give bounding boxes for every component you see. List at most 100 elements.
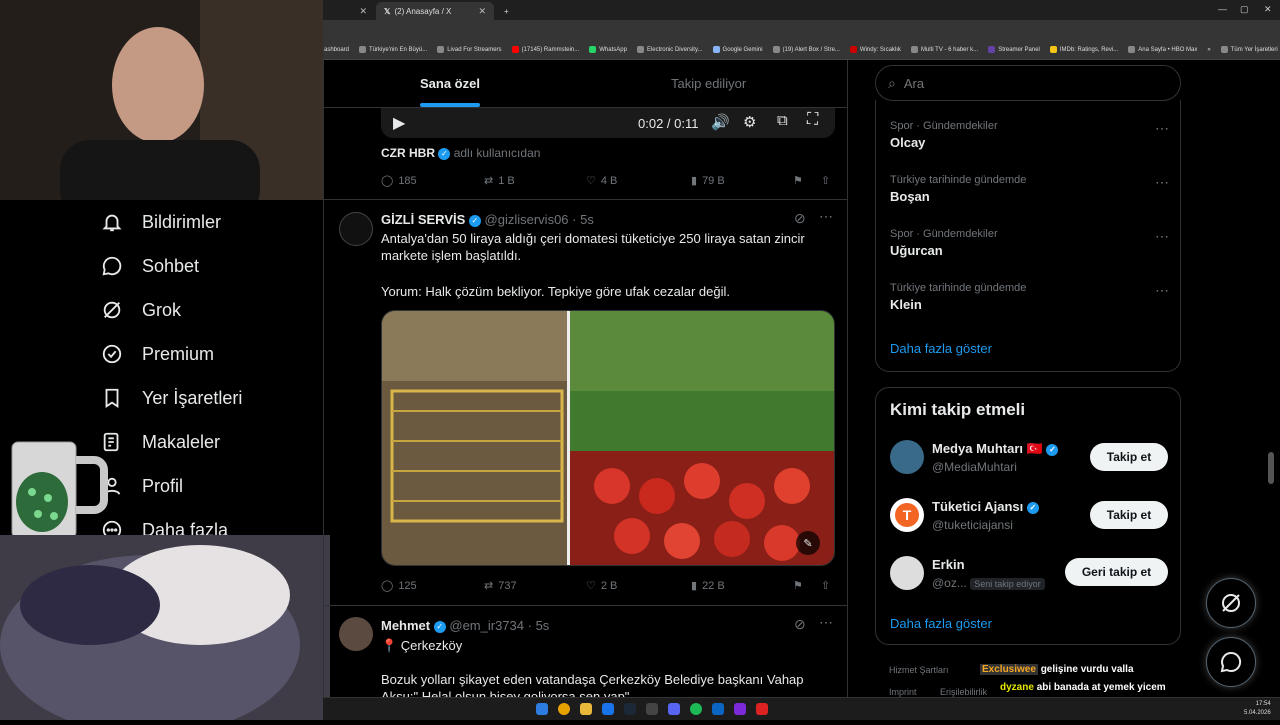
- views-button[interactable]: ▮ 79 B: [691, 174, 725, 188]
- bookmark-item[interactable]: Streamer Panel: [988, 46, 1040, 53]
- nav-sohbet[interactable]: Sohbet: [100, 254, 199, 278]
- bookmark-item[interactable]: Livad For Streamers: [437, 46, 502, 53]
- more-options-icon[interactable]: ⋯: [1155, 282, 1170, 299]
- close-tab-icon[interactable]: ✕: [359, 6, 367, 17]
- pip-icon[interactable]: ⧉: [777, 112, 788, 129]
- tweet-time[interactable]: · 5s: [528, 618, 550, 633]
- settings-gear-icon[interactable]: ⚙: [743, 113, 756, 131]
- more-options-icon[interactable]: ⋯: [819, 208, 833, 225]
- share-icon[interactable]: ⇧: [821, 174, 830, 187]
- play-icon[interactable]: ▶: [393, 113, 405, 133]
- source-name[interactable]: CZR HBR: [381, 146, 435, 160]
- app-icon[interactable]: [712, 703, 724, 715]
- maximize-icon[interactable]: ▢: [1240, 4, 1249, 15]
- footer-terms-link[interactable]: Hizmet Şartları: [889, 665, 949, 675]
- app-icon[interactable]: [602, 703, 614, 715]
- app-icon[interactable]: [756, 703, 768, 715]
- bookmark-item[interactable]: Windy: Sıcaklık: [849, 46, 901, 53]
- video-player[interactable]: ▶ 0:02 / 0:11 🔊 ⚙ ⧉ ⛶: [381, 108, 835, 138]
- nav-profil[interactable]: Profil: [100, 474, 183, 498]
- spotify-icon[interactable]: [690, 703, 702, 715]
- tab-sana-ozel[interactable]: Sana özel: [420, 76, 480, 91]
- author-name[interactable]: Mehmet: [381, 618, 430, 633]
- tweet2-avatar[interactable]: [339, 212, 373, 246]
- trend-item[interactable]: Spor · Gündemdekiler Uğurcan ⋯: [890, 228, 1170, 258]
- steam-icon[interactable]: [624, 703, 636, 715]
- folder-icon[interactable]: [580, 703, 592, 715]
- footer-imprint-link[interactable]: Imprint: [889, 687, 917, 697]
- grok-fab-button[interactable]: [1206, 578, 1256, 628]
- reply-button[interactable]: ◯ 185: [381, 174, 417, 188]
- author-name[interactable]: GİZLİ SERVİS: [381, 212, 465, 227]
- search-box[interactable]: ⌕: [875, 65, 1181, 101]
- bookmark-item[interactable]: Tüm Yer İşaretleri: [1220, 46, 1278, 53]
- more-options-icon[interactable]: ⋯: [1155, 174, 1170, 191]
- bookmark-button[interactable]: ⚑: [793, 579, 803, 592]
- taskbar-clock[interactable]: 17:54 5.04.2026: [1244, 700, 1271, 718]
- trend-item[interactable]: Türkiye tarihinde gündemde Boşan ⋯: [890, 174, 1170, 204]
- suggestion-avatar[interactable]: T: [890, 498, 924, 532]
- trend-item[interactable]: Türkiye tarihinde gündemde Klein ⋯: [890, 282, 1170, 312]
- browser-tab-prev[interactable]: ✕: [325, 2, 375, 20]
- nav-bildirimler[interactable]: Bildirimler: [100, 210, 221, 234]
- trend-item[interactable]: Spor · Gündemdekiler Olcay ⋯: [890, 120, 1170, 150]
- author-handle[interactable]: @gizliservis06: [485, 212, 569, 227]
- suggestion-name-row[interactable]: Medya Muhtarı 🇹🇷 ✓: [932, 441, 1059, 457]
- image-edit-icon[interactable]: ✎: [796, 531, 820, 555]
- tweet-time[interactable]: · 5s: [572, 212, 594, 227]
- grok-explain-icon[interactable]: ⊘: [794, 210, 806, 227]
- browser-tab-active[interactable]: 𝕏 (2) Anasayfa / X ✕: [376, 2, 494, 20]
- like-button[interactable]: ♡ 4 B: [586, 174, 617, 188]
- bookmark-button[interactable]: ⚑: [793, 174, 803, 187]
- bookmark-item[interactable]: Multi TV - 6 haber k...: [910, 46, 978, 53]
- bookmark-item[interactable]: Google Gemini: [712, 46, 763, 53]
- bookmark-overflow[interactable]: »: [1207, 47, 1210, 53]
- follow-button[interactable]: Takip et: [1090, 501, 1168, 529]
- bookmark-item[interactable]: Türkiye'nin En Büyü...: [359, 46, 427, 53]
- suggestion-avatar[interactable]: [890, 440, 924, 474]
- bookmark-item[interactable]: Electronic Diversity...: [636, 46, 703, 53]
- close-tab-icon[interactable]: ✕: [478, 6, 486, 17]
- volume-icon[interactable]: 🔊: [711, 113, 730, 131]
- share-icon[interactable]: ⇧: [821, 579, 830, 592]
- more-options-icon[interactable]: ⋯: [819, 614, 833, 631]
- suggestion-name[interactable]: Erkin: [932, 557, 965, 572]
- reply-button[interactable]: ◯ 125: [381, 579, 417, 593]
- bookmark-item[interactable]: Ana Sayfa • HBO Max: [1128, 46, 1197, 53]
- grok-explain-icon[interactable]: ⊘: [794, 616, 806, 633]
- author-handle[interactable]: @em_ir3734: [449, 618, 524, 633]
- bookmark-item[interactable]: (19) Alert Box / Stre...: [772, 46, 840, 53]
- show-more-trends-link[interactable]: Daha fazla göster: [890, 341, 992, 356]
- views-button[interactable]: ▮ 22 B: [691, 579, 725, 593]
- tweet2-media[interactable]: ✎: [381, 310, 835, 566]
- nav-yer-isaretleri[interactable]: Yer İşaretleri: [100, 386, 242, 410]
- like-button[interactable]: ♡ 2 B: [586, 579, 617, 593]
- repost-button[interactable]: ⇄ 737: [484, 579, 517, 593]
- close-window-icon[interactable]: ✕: [1264, 4, 1272, 15]
- new-tab-button[interactable]: +: [496, 2, 517, 20]
- footer-accessibility-link[interactable]: Erişilebilirlik: [940, 687, 987, 697]
- follow-back-button[interactable]: Geri takip et: [1065, 558, 1168, 586]
- bookmark-item[interactable]: IMDb: Ratings, Revi...: [1049, 46, 1118, 53]
- chrome-icon[interactable]: [558, 703, 570, 715]
- bookmark-item[interactable]: (17145) Rammstein...: [511, 46, 579, 53]
- tab-takip-ediliyor[interactable]: Takip ediliyor: [671, 76, 746, 91]
- more-options-icon[interactable]: ⋯: [1155, 120, 1170, 137]
- minimize-icon[interactable]: —: [1218, 4, 1227, 14]
- show-more-suggestions-link[interactable]: Daha fazla göster: [890, 616, 992, 631]
- epic-icon[interactable]: [646, 703, 658, 715]
- repost-button[interactable]: ⇄ 1 B: [484, 174, 515, 188]
- fullscreen-icon[interactable]: ⛶: [807, 111, 818, 129]
- discord-icon[interactable]: [668, 703, 680, 715]
- nav-makaleler[interactable]: Makaleler: [100, 430, 220, 454]
- suggestion-avatar[interactable]: [890, 556, 924, 590]
- more-options-icon[interactable]: ⋯: [1155, 228, 1170, 245]
- suggestion-name-row[interactable]: Tüketici Ajansı ✓: [932, 499, 1039, 514]
- nav-premium[interactable]: Premium: [100, 342, 214, 366]
- messages-fab-button[interactable]: [1206, 637, 1256, 687]
- windows-start-icon[interactable]: [536, 703, 548, 715]
- tweet3-avatar[interactable]: [339, 617, 373, 651]
- follow-button[interactable]: Takip et: [1090, 443, 1168, 471]
- nav-grok[interactable]: Grok: [100, 298, 181, 322]
- search-input[interactable]: [903, 75, 1144, 91]
